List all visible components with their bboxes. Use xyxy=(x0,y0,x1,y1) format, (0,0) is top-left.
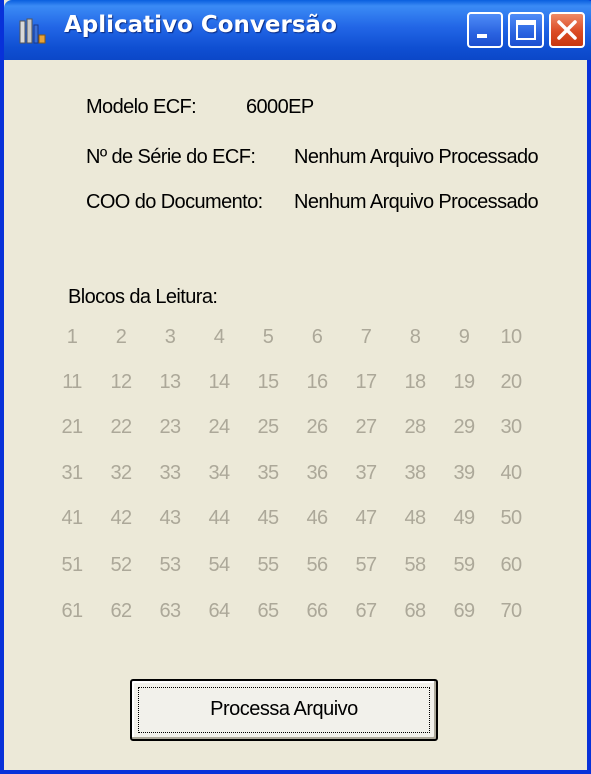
serie-label: Nº de Série do ECF: xyxy=(86,146,256,168)
bloco-8: 8 xyxy=(409,326,421,348)
bloco-53: 53 xyxy=(159,554,181,576)
bloco-37: 37 xyxy=(355,462,377,484)
serie-value: Nenhum Arquivo Processado xyxy=(294,146,539,168)
bloco-69: 69 xyxy=(453,600,475,622)
bloco-36: 36 xyxy=(306,462,328,484)
bloco-9: 9 xyxy=(458,326,470,348)
bloco-59: 59 xyxy=(453,554,475,576)
bloco-46: 46 xyxy=(306,507,328,529)
maximize-icon xyxy=(516,20,536,40)
bloco-44: 44 xyxy=(208,507,230,529)
bloco-49: 49 xyxy=(453,507,475,529)
bloco-70: 70 xyxy=(500,600,522,622)
app-icon xyxy=(19,18,46,44)
bloco-24: 24 xyxy=(208,416,230,438)
bloco-29: 29 xyxy=(453,416,475,438)
bloco-47: 47 xyxy=(355,507,377,529)
bloco-52: 52 xyxy=(110,554,132,576)
modelo-value: 6000EP xyxy=(246,96,314,118)
modelo-label: Modelo ECF: xyxy=(86,96,197,118)
bloco-5: 5 xyxy=(262,326,274,348)
bloco-26: 26 xyxy=(306,416,328,438)
bloco-60: 60 xyxy=(500,554,522,576)
coo-label: COO do Documento: xyxy=(86,191,263,213)
bloco-39: 39 xyxy=(453,462,475,484)
bloco-14: 14 xyxy=(208,371,230,393)
coo-value: Nenhum Arquivo Processado xyxy=(294,191,539,213)
bloco-32: 32 xyxy=(110,462,132,484)
bloco-57: 57 xyxy=(355,554,377,576)
window-title: Aplicativo Conversão xyxy=(64,12,337,38)
bloco-3: 3 xyxy=(164,326,176,348)
bloco-54: 54 xyxy=(208,554,230,576)
close-button[interactable] xyxy=(549,12,585,48)
bloco-68: 68 xyxy=(404,600,426,622)
bloco-66: 66 xyxy=(306,600,328,622)
bloco-31: 31 xyxy=(61,462,83,484)
bloco-35: 35 xyxy=(257,462,279,484)
bloco-58: 58 xyxy=(404,554,426,576)
bloco-30: 30 xyxy=(500,416,522,438)
bloco-42: 42 xyxy=(110,507,132,529)
bloco-61: 61 xyxy=(61,600,83,622)
minimize-icon xyxy=(477,34,487,38)
bloco-7: 7 xyxy=(360,326,372,348)
processa-arquivo-button[interactable]: Processa Arquivo xyxy=(130,679,438,741)
maximize-button[interactable] xyxy=(508,12,544,48)
bloco-38: 38 xyxy=(404,462,426,484)
bloco-65: 65 xyxy=(257,600,279,622)
bloco-18: 18 xyxy=(404,371,426,393)
bloco-62: 62 xyxy=(110,600,132,622)
bloco-45: 45 xyxy=(257,507,279,529)
bloco-21: 21 xyxy=(61,416,83,438)
bloco-28: 28 xyxy=(404,416,426,438)
bloco-13: 13 xyxy=(159,371,181,393)
processa-arquivo-label: Processa Arquivo xyxy=(210,698,358,720)
bloco-25: 25 xyxy=(257,416,279,438)
bloco-12: 12 xyxy=(110,371,132,393)
bloco-16: 16 xyxy=(306,371,328,393)
bloco-19: 19 xyxy=(453,371,475,393)
close-icon xyxy=(557,20,577,40)
bloco-56: 56 xyxy=(306,554,328,576)
bloco-33: 33 xyxy=(159,462,181,484)
app-window: Aplicativo Conversão Modelo ECF: 6000EP … xyxy=(0,0,591,774)
bloco-63: 63 xyxy=(159,600,181,622)
title-bar[interactable]: Aplicativo Conversão xyxy=(4,0,591,60)
bloco-15: 15 xyxy=(257,371,279,393)
bloco-48: 48 xyxy=(404,507,426,529)
bloco-67: 67 xyxy=(355,600,377,622)
bloco-4: 4 xyxy=(213,326,225,348)
bloco-50: 50 xyxy=(500,507,522,529)
bloco-2: 2 xyxy=(115,326,127,348)
bloco-34: 34 xyxy=(208,462,230,484)
bloco-23: 23 xyxy=(159,416,181,438)
bloco-43: 43 xyxy=(159,507,181,529)
bloco-20: 20 xyxy=(500,371,522,393)
bloco-40: 40 xyxy=(500,462,522,484)
bloco-17: 17 xyxy=(355,371,377,393)
bloco-11: 11 xyxy=(62,371,82,393)
bloco-27: 27 xyxy=(355,416,377,438)
bloco-64: 64 xyxy=(208,600,230,622)
blocos-label: Blocos da Leitura: xyxy=(68,286,218,308)
bloco-10: 10 xyxy=(500,326,522,348)
bloco-51: 51 xyxy=(61,554,83,576)
minimize-button[interactable] xyxy=(467,12,503,48)
bloco-6: 6 xyxy=(311,326,323,348)
bloco-1: 1 xyxy=(66,326,78,348)
bloco-22: 22 xyxy=(110,416,132,438)
bloco-41: 41 xyxy=(61,507,83,529)
bloco-55: 55 xyxy=(257,554,279,576)
